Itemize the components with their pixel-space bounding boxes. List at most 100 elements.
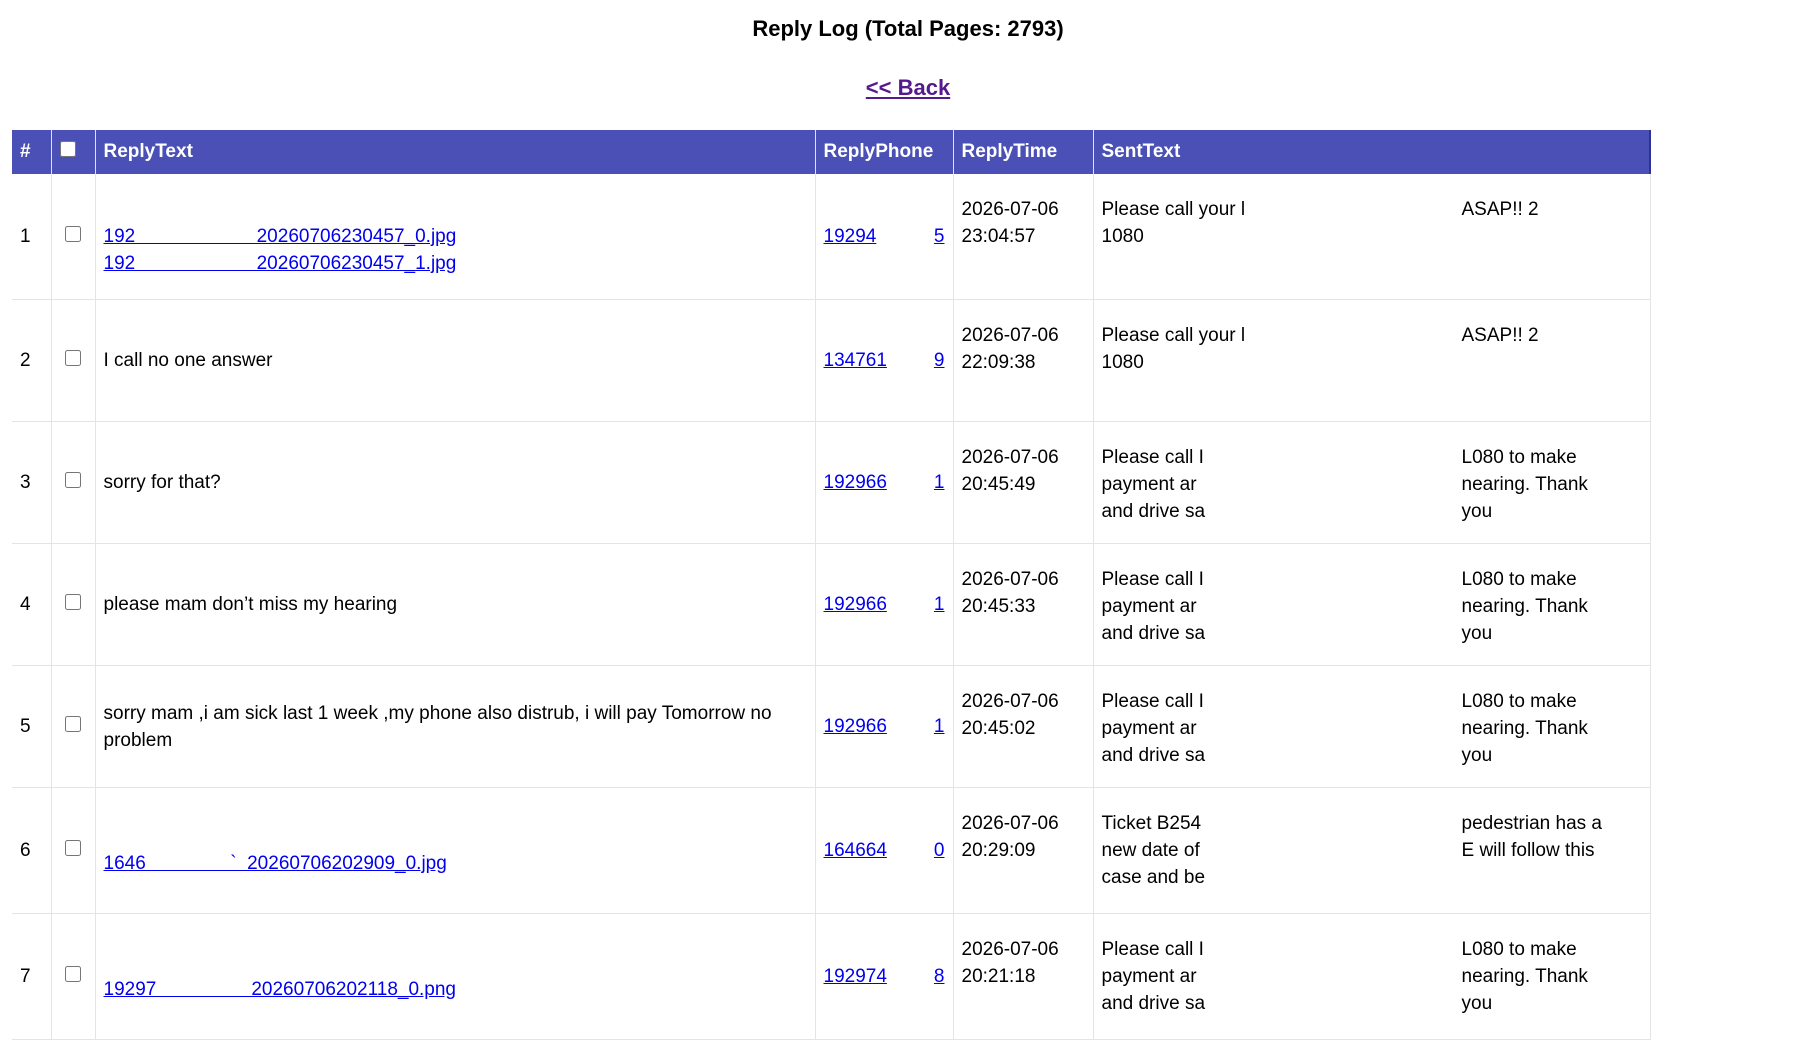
row-number: 4: [12, 543, 52, 666]
row-checkbox[interactable]: [65, 840, 81, 856]
sent-text-right: L080 to make nearing. Thank you: [1461, 447, 1588, 522]
phone-link[interactable]: 192966: [824, 713, 887, 740]
sent-text-cell: Please call I payment ar and drive sa L08…: [1093, 665, 1651, 788]
reply-text-cell: I call no one answer: [95, 299, 816, 422]
reply-text-cell: sorry mam ,i am sick last 1 week ,my pho…: [95, 665, 816, 788]
phone-link[interactable]: 192966: [824, 591, 887, 618]
reply-text: I call no one answer: [103, 350, 273, 371]
reply-clock: 20:21:18: [961, 966, 1036, 987]
table-row: 4 please mam don’t miss my hearing 192966 1…: [12, 543, 1651, 666]
reply-text-cell: please mam don’t miss my hearing: [95, 543, 816, 666]
row-select-cell: [51, 421, 96, 544]
reply-date: 2026-07-06: [961, 199, 1059, 220]
attachment-link[interactable]: 19297 20260706202118_0.png: [104, 976, 807, 1003]
reply-text: sorry mam ,i am sick last 1 week ,my pho…: [103, 702, 772, 751]
row-select-cell: [51, 543, 96, 666]
table-row: 5 sorry mam ,i am sick last 1 week ,my ph…: [12, 665, 1651, 788]
sent-text-left: Please call I payment ar and drive sa: [1101, 691, 1206, 766]
phone-link-suffix[interactable]: 1: [934, 713, 945, 740]
table-row: 3 sorry for that? 192966 1 2026-07-06 20:45:4…: [12, 421, 1651, 544]
select-all-checkbox[interactable]: [59, 141, 76, 157]
phone-link[interactable]: 134761: [824, 347, 887, 374]
reply-phone-cell: 192974 8: [815, 913, 954, 1040]
row-number: 3: [12, 421, 52, 544]
row-checkbox[interactable]: [65, 472, 81, 488]
reply-text: sorry for that?: [103, 472, 221, 493]
phone-link[interactable]: 19294: [824, 223, 877, 250]
row-checkbox[interactable]: [65, 716, 81, 732]
row-select-cell: [51, 913, 96, 1040]
reply-date: 2026-07-06: [961, 691, 1059, 712]
sent-text-right: ASAP!! 2: [1461, 325, 1539, 346]
reply-date: 2026-07-06: [961, 325, 1059, 346]
attachment-link[interactable]: 192 20260706230457_0.jpg: [104, 223, 807, 250]
back-link-wrap: << Back: [0, 75, 1816, 101]
row-checkbox[interactable]: [65, 966, 81, 982]
table-row: 2 I call no one answer 134761 9 2026-07-06 22…: [12, 299, 1651, 422]
row-checkbox[interactable]: [65, 226, 81, 242]
phone-link[interactable]: 192966: [824, 469, 887, 496]
row-number: 5: [12, 665, 52, 788]
sent-text-cell: Please call I payment ar and drive sa L08…: [1093, 543, 1651, 666]
column-header-number: #: [12, 130, 52, 174]
back-link[interactable]: << Back: [866, 75, 950, 100]
sent-text-left: Please call I payment ar and drive sa: [1101, 447, 1206, 522]
phone-link[interactable]: 192974: [824, 963, 887, 990]
reply-phone-cell: 19294 5: [815, 174, 954, 300]
column-header-replytext[interactable]: ReplyText: [95, 130, 816, 174]
reply-clock: 20:45:33: [961, 596, 1036, 617]
phone-link-suffix[interactable]: 9: [934, 347, 945, 374]
phone-link-suffix[interactable]: 8: [934, 963, 945, 990]
page-title: Reply Log (Total Pages: 2793): [752, 16, 1064, 41]
reply-date: 2026-07-06: [961, 939, 1059, 960]
reply-clock: 20:29:09: [961, 840, 1036, 861]
attachment-link[interactable]: 192 20260706230457_1.jpg: [104, 250, 807, 277]
reply-phone-cell: 134761 9: [815, 299, 954, 422]
reply-date: 2026-07-06: [961, 447, 1059, 468]
sent-text-left: Ticket B254 new date of case and be: [1101, 813, 1206, 888]
column-header-replytime[interactable]: ReplyTime: [953, 130, 1094, 174]
reply-time-cell: 2026-07-06 20:45:02: [953, 665, 1094, 788]
sent-text-cell: Please call I payment ar and drive sa L08…: [1093, 421, 1651, 544]
phone-link-suffix[interactable]: 5: [934, 223, 945, 250]
row-select-cell: [51, 787, 96, 914]
sent-text-left: Please call I payment ar and drive sa: [1101, 569, 1206, 644]
attachment-link[interactable]: 1646 ` 20260706202909_0.jpg: [104, 850, 807, 877]
table-row: 7 19297 20260706202118_0.png 192974 8 2026-0…: [12, 913, 1651, 1040]
phone-link-suffix[interactable]: 0: [934, 837, 945, 864]
reply-clock: 23:04:57: [961, 226, 1036, 247]
reply-phone-cell: 192966 1: [815, 543, 954, 666]
sent-text-cell: Please call your l 1080 ASAP!! 2: [1093, 174, 1651, 300]
reply-text-cell: sorry for that?: [95, 421, 816, 544]
row-select-cell: [51, 299, 96, 422]
row-checkbox[interactable]: [65, 594, 81, 610]
sent-text-right: L080 to make nearing. Thank you: [1461, 569, 1588, 644]
reply-phone-cell: 192966 1: [815, 665, 954, 788]
reply-time-cell: 2026-07-06 22:09:38: [953, 299, 1094, 422]
reply-text: please mam don’t miss my hearing: [103, 594, 398, 615]
sent-text-right: L080 to make nearing. Thank you: [1461, 939, 1588, 1014]
reply-text-cell: 192 20260706230457_0.jpg 192 202607062304…: [95, 174, 816, 300]
reply-clock: 20:45:49: [961, 474, 1036, 495]
reply-date: 2026-07-06: [961, 569, 1059, 590]
reply-log-table: # ReplyText ReplyPhone ReplyTime SentTex…: [12, 130, 1651, 1040]
phone-link[interactable]: 164664: [824, 837, 887, 864]
reply-time-cell: 2026-07-06 20:45:49: [953, 421, 1094, 544]
column-header-select: [51, 130, 96, 174]
column-header-senttext[interactable]: SentText: [1093, 130, 1651, 174]
reply-time-cell: 2026-07-06 20:29:09: [953, 787, 1094, 914]
phone-link-suffix[interactable]: 1: [934, 469, 945, 496]
sent-text-right: pedestrian has a E will follow this: [1461, 813, 1603, 861]
phone-link-suffix[interactable]: 1: [934, 591, 945, 618]
row-checkbox[interactable]: [65, 350, 81, 366]
column-header-replyphone[interactable]: ReplyPhone: [815, 130, 954, 174]
reply-phone-cell: 192966 1: [815, 421, 954, 544]
row-select-cell: [51, 174, 96, 300]
sent-text-left: Please call your l 1080: [1101, 325, 1246, 373]
sent-text-cell: Please call I payment ar and drive sa L08…: [1093, 913, 1651, 1040]
sent-text-cell: Please call your l 1080 ASAP!! 2: [1093, 299, 1651, 422]
table-header-row: # ReplyText ReplyPhone ReplyTime SentTex…: [12, 130, 1651, 174]
reply-time-cell: 2026-07-06 20:21:18: [953, 913, 1094, 1040]
row-number: 7: [12, 913, 52, 1040]
reply-time-cell: 2026-07-06 20:45:33: [953, 543, 1094, 666]
